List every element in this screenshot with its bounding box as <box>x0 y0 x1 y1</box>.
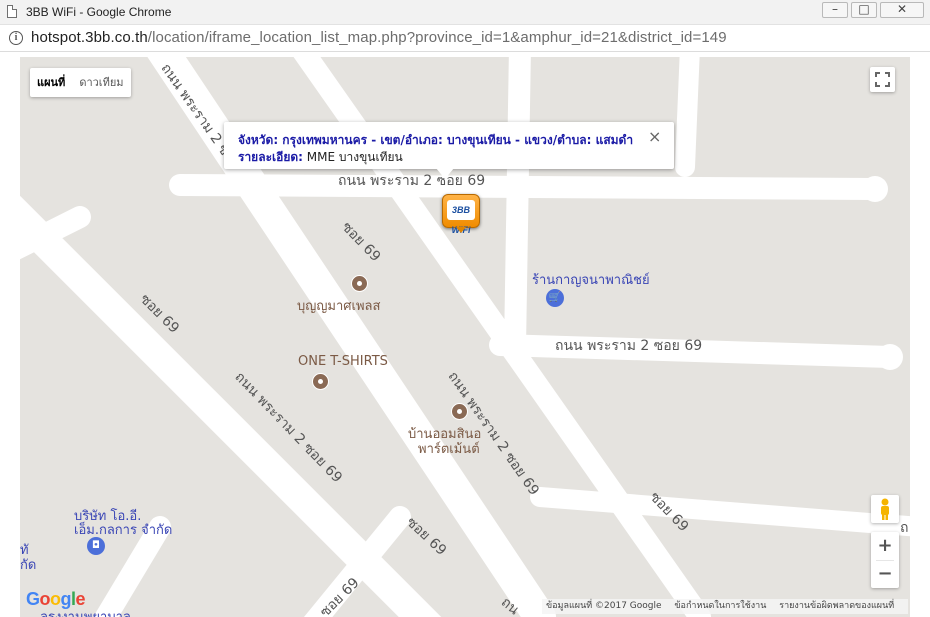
map-type-control: แผนที่ ดาวเทียม <box>30 68 131 97</box>
minimize-icon: – <box>832 2 838 16</box>
pegman-icon <box>881 498 889 520</box>
map-type-map-button[interactable]: แผนที่ <box>30 68 72 97</box>
poi-pin-icon[interactable] <box>451 403 468 420</box>
url-host: hotspot.3bb.co.th <box>31 29 148 46</box>
map-attribution: ข้อมูลแผนที่ ©2017 Google ข้อกำหนดในการใ… <box>542 599 909 614</box>
road-label: ถนน พระราม 2 ซอย 69 <box>555 338 703 354</box>
url-path: /location/iframe_location_list_map.php?p… <box>147 29 727 46</box>
shopping-cart-icon[interactable]: 🛒 <box>546 289 564 307</box>
fullscreen-button[interactable] <box>870 67 895 92</box>
google-logo-letter: o <box>50 589 61 609</box>
map-canvas[interactable]: แผนที่ ดาวเทียม ถนน พระราม 2 ซอย 69 ถนน … <box>20 57 910 617</box>
url-text[interactable]: hotspot.3bb.co.th/location/iframe_locati… <box>31 29 727 46</box>
window-titlebar: 3BB WiFi - Google Chrome – □ ✕ <box>0 0 930 25</box>
address-bar[interactable]: i hotspot.3bb.co.th/location/iframe_loca… <box>0 25 930 52</box>
maximize-button[interactable]: □ <box>851 2 877 18</box>
map-type-satellite-button[interactable]: ดาวเทียม <box>72 68 130 97</box>
poi-pin-icon[interactable] <box>312 373 329 390</box>
close-icon: ✕ <box>896 2 908 16</box>
shopping-bag-icon[interactable]: ◘ <box>87 537 105 555</box>
google-logo-letter: e <box>75 589 86 609</box>
window-controls: – □ ✕ <box>819 2 924 18</box>
poi-label[interactable]: ร้านกาญจนาพาณิชย์ <box>532 269 650 290</box>
wifi-location-marker[interactable]: 3BB WiFi <box>442 194 480 235</box>
zoom-in-button[interactable]: + <box>871 532 899 560</box>
detail-label: รายละเอียด: <box>238 150 303 164</box>
minimize-button[interactable]: – <box>822 2 848 18</box>
poi-label: กัด <box>20 558 37 573</box>
report-error-link[interactable]: รายงานข้อผิดพลาดของแผนที่ <box>779 601 894 611</box>
map-data-credit[interactable]: ข้อมูลแผนที่ ©2017 Google <box>546 601 662 611</box>
google-logo: Google <box>26 589 86 610</box>
zoom-control: + − <box>871 532 899 588</box>
poi-pin-icon[interactable] <box>351 275 368 292</box>
marker-logo: 3BB WiFi <box>447 200 475 235</box>
zoom-out-button[interactable]: − <box>871 560 899 588</box>
info-window-pointer <box>436 168 454 179</box>
google-logo-letter: g <box>60 589 72 609</box>
zoom-divider <box>876 560 894 561</box>
poi-label[interactable]: เอ็ม.กลการ จำกัด <box>74 519 172 540</box>
road-label: ถ <box>900 520 909 536</box>
street-view-pegman[interactable] <box>871 495 899 523</box>
maximize-icon: □ <box>858 2 870 16</box>
google-logo-letter: o <box>39 589 51 609</box>
info-window-close-icon[interactable]: × <box>648 129 661 145</box>
close-button[interactable]: ✕ <box>880 2 924 18</box>
google-logo-letter: G <box>26 589 40 609</box>
road-label: ถนน พระราม 2 ซอย 69 <box>338 173 486 189</box>
location-detail: รายละเอียด: MME บางขุนเทียน <box>238 148 403 167</box>
poi-label[interactable]: พาร์ตเม้นต์ <box>418 438 480 459</box>
info-icon[interactable]: i <box>9 31 23 45</box>
detail-value: MME บางขุนเทียน <box>306 150 403 164</box>
marker-pointer <box>456 227 466 233</box>
terms-link[interactable]: ข้อกำหนดในการใช้งาน <box>674 601 766 611</box>
window-title: 3BB WiFi - Google Chrome <box>26 5 172 19</box>
poi-label[interactable]: บุญญมาศเพลส <box>297 295 380 316</box>
location-info-window: จังหวัด: กรุงเทพมหานคร - เขต/อำเภอ: บางข… <box>224 122 674 179</box>
fullscreen-icon <box>875 72 890 87</box>
poi-label[interactable]: ONE T-SHIRTS <box>298 354 388 369</box>
page-icon <box>7 5 17 18</box>
